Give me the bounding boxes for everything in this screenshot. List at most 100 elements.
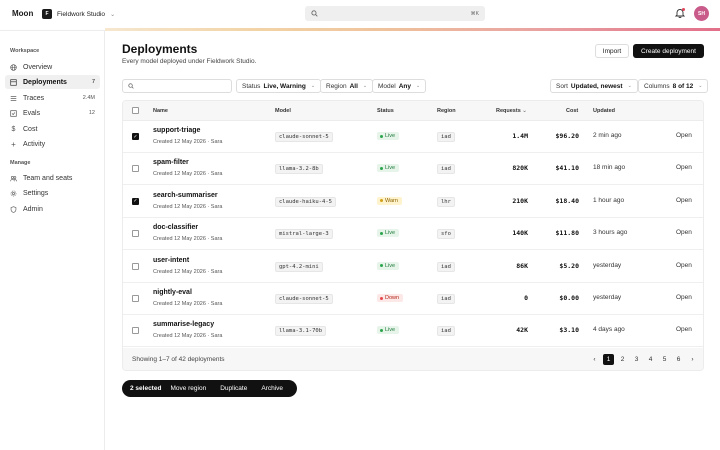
status-badge: Live [377, 261, 400, 270]
column-header-updated[interactable]: Updated [593, 108, 615, 114]
sidebar-item-cost[interactable]: $ Cost [5, 122, 100, 136]
open-link[interactable]: Open [676, 164, 692, 171]
status-label: Live [385, 165, 396, 172]
updated-value: yesterday [593, 294, 622, 301]
filter-value: 8 of 12 [672, 82, 694, 90]
sort-select[interactable]: Sort Updated, newest ⌄ [550, 79, 638, 93]
row-checkbox[interactable]: ✓ [132, 133, 139, 140]
open-link[interactable]: Open [676, 294, 692, 301]
region-tag: sfo [437, 229, 455, 240]
prev-page-icon[interactable]: ‹ [589, 354, 600, 365]
sidebar-item-evals[interactable]: Evals 12 [5, 106, 100, 120]
region-tag: iad [437, 261, 455, 272]
sidebar-section-manage: Manage [10, 160, 31, 166]
pagination-summary: Showing 1–7 of 42 deployments [132, 356, 225, 363]
column-header-name[interactable]: Name [153, 108, 168, 114]
sidebar-item-count: 2.4M [82, 95, 95, 101]
page-button[interactable]: 5 [659, 354, 670, 365]
region-tag: iad [437, 326, 455, 337]
model-tag: mistral-large-3 [275, 229, 333, 240]
row-checkbox[interactable]: ✓ [132, 197, 139, 205]
page-button[interactable]: 1 [603, 354, 614, 365]
sidebar-item-admin[interactable]: Admin [5, 202, 100, 216]
table-row[interactable]: summarise-legacy Created 12 May 2026 · Sa… [123, 315, 703, 348]
column-header-requests[interactable]: Requests ⌄ [496, 108, 527, 114]
status-badge: Live [377, 326, 400, 335]
region-filter[interactable]: Region All ⌄ [320, 79, 374, 93]
select-all-checkbox[interactable] [132, 107, 139, 114]
open-link[interactable]: Open [676, 197, 692, 204]
table-row[interactable]: nightly-eval Created 12 May 2026 · Sara cl… [123, 283, 703, 315]
deployment-name[interactable]: spam-filter [153, 159, 189, 166]
row-checkbox[interactable] [132, 230, 139, 238]
table-footer: Showing 1–7 of 42 deployments ‹ 1 2 3 4 … [123, 348, 703, 370]
sidebar-item-activity[interactable]: + Activity [5, 137, 100, 151]
move-region-button[interactable]: Move region [170, 385, 206, 392]
table-search-input[interactable] [122, 79, 232, 93]
page-button[interactable]: 4 [645, 354, 656, 365]
sidebar-item-team[interactable]: Team and seats [5, 171, 100, 185]
status-dot [380, 166, 383, 170]
chevron-down-icon: ⌄ [310, 83, 316, 89]
deployment-name[interactable]: support-triage [153, 127, 200, 134]
status-dot [380, 199, 383, 203]
bell-icon[interactable] [674, 8, 686, 19]
table-row[interactable]: user-intent Created 12 May 2026 · Sara gpt… [123, 251, 703, 283]
sidebar-item-label: Settings [23, 189, 49, 197]
page-button[interactable]: 6 [673, 354, 684, 365]
open-link[interactable]: Open [676, 132, 692, 139]
row-checkbox[interactable] [132, 262, 139, 270]
duplicate-button[interactable]: Duplicate [220, 385, 247, 392]
archive-button[interactable]: Archive [261, 385, 283, 392]
column-header-model[interactable]: Model [275, 108, 291, 114]
row-checkbox[interactable] [132, 295, 139, 302]
page-button[interactable]: 2 [617, 354, 628, 365]
org-switcher[interactable]: F Fieldwork Studio ⌄ [42, 9, 115, 19]
status-filter[interactable]: Status Live, Warning ⌄ [236, 79, 322, 93]
filter-value: All [349, 82, 358, 90]
sidebar-item-deployments[interactable]: Deployments 7 [5, 75, 100, 89]
brand-logo[interactable]: Moon [12, 9, 33, 18]
create-deployment-button[interactable]: Create deployment [633, 44, 704, 58]
row-checkbox[interactable] [132, 327, 139, 335]
open-link[interactable]: Open [676, 326, 692, 333]
deployment-name[interactable]: summarise-legacy [153, 321, 214, 328]
model-filter[interactable]: Model Any ⌄ [372, 79, 427, 93]
chevron-down-icon: ⌄ [416, 83, 421, 89]
table-row[interactable]: ✓ search-summariser Created 12 May 2026 · … [123, 186, 703, 218]
column-header-status[interactable]: Status [377, 108, 394, 114]
next-page-icon[interactable]: › [687, 354, 698, 365]
chevron-down-icon: ⌄ [110, 11, 116, 18]
sidebar-item-label: Traces [23, 94, 45, 102]
status-label: Live [385, 327, 396, 334]
deployment-name[interactable]: search-summariser [153, 192, 218, 199]
status-dot [380, 231, 383, 235]
avatar[interactable]: SH [694, 6, 709, 21]
requests-value: 86K [516, 261, 528, 270]
table-row[interactable]: doc-classifier Created 12 May 2026 · Sara… [123, 218, 703, 251]
sidebar-item-traces[interactable]: Traces 2.4M [5, 91, 100, 105]
page-button[interactable]: 3 [631, 354, 642, 365]
model-tag: llama-3.2-8b [275, 164, 323, 175]
shortcut-hint: ⌘K [470, 10, 479, 17]
columns-select[interactable]: Columns 8 of 12 ⌄ [638, 79, 709, 93]
status-badge: Live [377, 229, 400, 238]
status-dot [380, 296, 383, 300]
sidebar-item-overview[interactable]: Overview [5, 60, 100, 74]
sidebar-item-settings[interactable]: Settings [5, 186, 100, 200]
row-checkbox[interactable] [132, 165, 139, 173]
table-row[interactable]: ✓ support-triage Created 12 May 2026 · Sar… [123, 121, 703, 153]
open-link[interactable]: Open [676, 262, 692, 269]
deployment-name[interactable]: user-intent [153, 257, 189, 264]
column-header-region[interactable]: Region [437, 108, 456, 114]
deployment-name[interactable]: nightly-eval [153, 289, 192, 296]
open-link[interactable]: Open [676, 229, 692, 236]
table-row[interactable]: spam-filter Created 12 May 2026 · Sara lla… [123, 153, 703, 186]
deployment-name[interactable]: doc-classifier [153, 224, 198, 231]
region-tag: iad [437, 164, 455, 175]
global-search[interactable]: ⌘K [305, 6, 485, 21]
chevron-down-icon: ⌄ [627, 83, 632, 89]
import-button[interactable]: Import [595, 44, 629, 58]
column-header-cost[interactable]: Cost [566, 108, 578, 114]
deployment-created: Created 12 May 2026 · Sara [153, 171, 223, 178]
